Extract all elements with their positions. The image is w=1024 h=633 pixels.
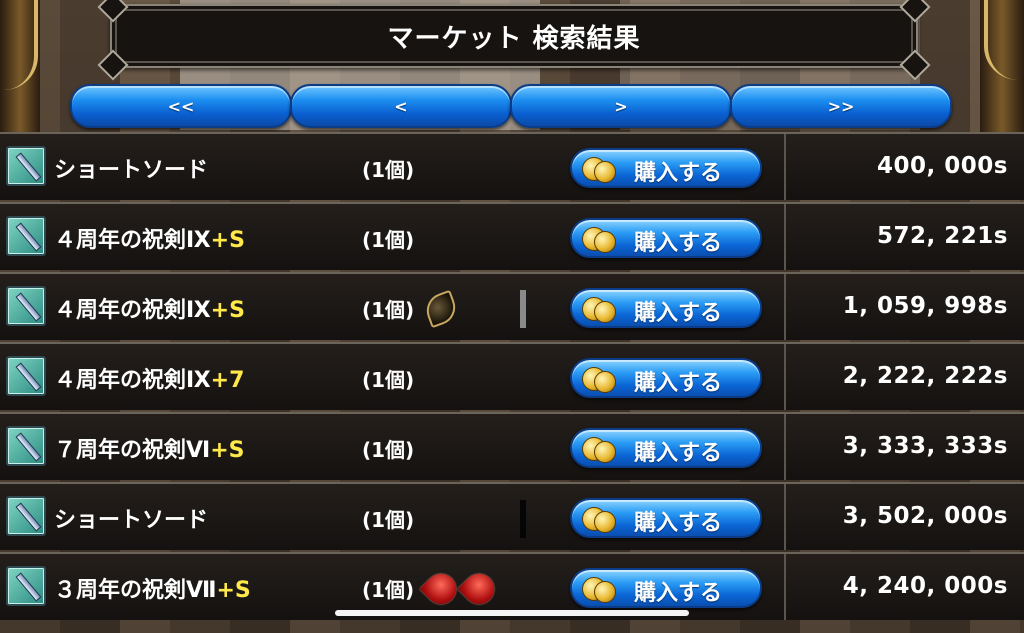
item-enhance-suffix: +S <box>210 298 245 323</box>
item-enhance-suffix: +S <box>210 438 245 463</box>
item-name: ３周年の祝剣Ⅶ+S <box>54 572 251 604</box>
item-name-text: ３周年の祝剣Ⅶ <box>54 578 217 603</box>
item-name-text: ショートソード <box>54 158 209 183</box>
coin-icon <box>594 371 616 393</box>
item-name: ７周年の祝剣Ⅵ+S <box>54 432 244 464</box>
sword-icon <box>6 216 46 256</box>
item-name-text: ７周年の祝剣Ⅵ <box>54 438 211 463</box>
item-quantity: (1個) <box>362 438 415 462</box>
list-item: ４周年の祝剣Ⅸ+S (1個) 購入する 1, 059, 998s <box>0 272 1024 340</box>
coin-icon <box>594 231 616 253</box>
ornament-left <box>0 0 40 140</box>
column-divider <box>784 554 786 620</box>
buy-button-label: 購入する <box>634 301 723 326</box>
buy-button[interactable]: 購入する <box>570 218 762 258</box>
buy-button-label: 購入する <box>634 511 723 536</box>
buy-button[interactable]: 購入する <box>570 498 762 538</box>
item-price: 3, 502, 000s <box>842 503 1008 529</box>
title-bar: マーケット 検索結果 <box>97 0 931 81</box>
buy-button[interactable]: 購入する <box>570 148 762 188</box>
row-marker <box>520 290 526 328</box>
item-name-text: ４周年の祝剣Ⅸ <box>54 368 211 393</box>
column-divider <box>784 134 786 200</box>
item-name-text: ショートソード <box>54 508 209 533</box>
item-name: ショートソード <box>54 152 208 184</box>
item-price: 3, 333, 333s <box>842 433 1008 459</box>
item-enhance-suffix: +S <box>210 228 245 253</box>
buy-button[interactable]: 購入する <box>570 358 762 398</box>
column-divider <box>784 344 786 410</box>
red-gem-icon <box>419 567 463 611</box>
coin-icon <box>594 301 616 323</box>
item-price: 4, 240, 000s <box>842 573 1008 599</box>
buy-button-label: 購入する <box>634 231 723 256</box>
buy-button-label: 購入する <box>634 441 723 466</box>
sword-icon <box>6 496 46 536</box>
list-item: ４周年の祝剣Ⅸ+7 (1個) 購入する 2, 222, 222s <box>0 342 1024 410</box>
item-price: 572, 221s <box>877 223 1008 249</box>
buy-button-label: 購入する <box>634 161 723 186</box>
red-gem-icon <box>457 567 501 611</box>
sword-icon <box>6 426 46 466</box>
item-name: ４周年の祝剣Ⅸ+S <box>54 222 245 254</box>
list-item: ７周年の祝剣Ⅵ+S (1個) 購入する 3, 333, 333s <box>0 412 1024 480</box>
item-enhance-suffix: +7 <box>210 368 245 393</box>
last-page-button[interactable]: >> <box>730 84 952 128</box>
buy-button[interactable]: 購入する <box>570 288 762 328</box>
coin-icon <box>594 441 616 463</box>
first-page-button[interactable]: << <box>70 84 292 128</box>
buy-button-label: 購入する <box>634 371 723 396</box>
buy-button[interactable]: 購入する <box>570 568 762 608</box>
ornament-right <box>980 0 1024 140</box>
coin-icon <box>594 511 616 533</box>
column-divider <box>784 204 786 270</box>
prev-page-button[interactable]: < <box>290 84 512 128</box>
list-item: ショートソード (1個) 購入する 3, 502, 000s <box>0 482 1024 550</box>
buy-button-label: 購入する <box>634 581 723 606</box>
pagination-bar: << < > >> <box>70 84 952 128</box>
item-name: ショートソード <box>54 502 208 534</box>
home-indicator[interactable] <box>335 610 689 616</box>
column-divider <box>784 274 786 340</box>
item-quantity: (1個) <box>362 368 415 392</box>
market-results-list: ショートソード (1個) 購入する 400, 000s ４周年の祝剣Ⅸ+S (1個) 購入す… <box>0 132 1024 633</box>
buy-button[interactable]: 購入する <box>570 428 762 468</box>
item-price: 1, 059, 998s <box>842 293 1008 319</box>
page-title: マーケット 検索結果 <box>387 23 641 54</box>
sword-icon <box>6 356 46 396</box>
item-quantity: (1個) <box>362 298 415 322</box>
dark-gem-icon <box>421 289 461 329</box>
item-name-text: ４周年の祝剣Ⅸ <box>54 228 211 253</box>
item-enhance-suffix: +S <box>216 578 251 603</box>
row-marker <box>520 500 526 538</box>
sword-icon <box>6 146 46 186</box>
item-quantity: (1個) <box>362 578 415 602</box>
item-name: ４周年の祝剣Ⅸ+7 <box>54 362 244 394</box>
coin-icon <box>594 581 616 603</box>
item-quantity: (1個) <box>362 158 415 182</box>
item-name-text: ４周年の祝剣Ⅸ <box>54 298 211 323</box>
item-quantity: (1個) <box>362 228 415 252</box>
item-quantity: (1個) <box>362 508 415 532</box>
column-divider <box>784 414 786 480</box>
item-price: 2, 222, 222s <box>842 363 1008 389</box>
sword-icon <box>6 566 46 606</box>
next-page-button[interactable]: > <box>510 84 732 128</box>
item-name: ４周年の祝剣Ⅸ+S <box>54 292 245 324</box>
column-divider <box>784 484 786 550</box>
coin-icon <box>594 161 616 183</box>
list-item: ４周年の祝剣Ⅸ+S (1個) 購入する 572, 221s <box>0 202 1024 270</box>
sword-icon <box>6 286 46 326</box>
list-item: ショートソード (1個) 購入する 400, 000s <box>0 132 1024 200</box>
item-price: 400, 000s <box>877 153 1008 179</box>
